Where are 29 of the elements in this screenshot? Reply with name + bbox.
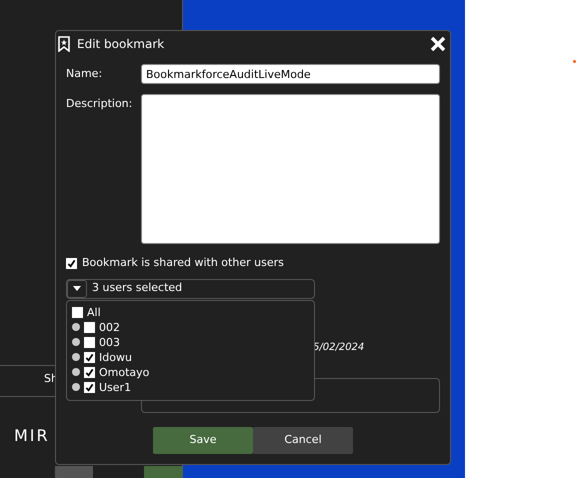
checkbox-label: Bookmark is shared with other users xyxy=(82,255,284,271)
save-button[interactable]: Save xyxy=(153,426,253,454)
users-dropdown[interactable]: 3 users selected xyxy=(66,278,315,298)
checkbox[interactable] xyxy=(84,382,95,392)
checkbox[interactable] xyxy=(84,336,95,348)
checkbox[interactable] xyxy=(72,306,83,318)
list-item-label: All xyxy=(87,306,101,318)
checkbox[interactable] xyxy=(84,322,95,332)
logo: MIR xyxy=(14,425,50,447)
date-text: 5/02/2024 xyxy=(313,342,364,352)
dropdown-value: 3 users selected xyxy=(92,280,182,296)
checkbox[interactable] xyxy=(84,352,95,362)
checkbox[interactable] xyxy=(84,366,95,378)
checkbox[interactable] xyxy=(66,258,77,269)
close-button[interactable] xyxy=(429,34,447,52)
list-item-label: Omotayo xyxy=(99,366,150,378)
bookmark-icon xyxy=(58,36,70,52)
field-label: Description: xyxy=(66,96,134,112)
list-item-label: 002 xyxy=(99,322,120,332)
list-item-label: User1 xyxy=(99,382,132,392)
caret-icon xyxy=(73,286,81,291)
cancel-button[interactable]: Cancel xyxy=(253,426,353,454)
field-label: Name: xyxy=(66,66,104,82)
dropdown-toggle[interactable] xyxy=(67,280,87,298)
name-field[interactable]: BookmarkforceAuditLiveMode xyxy=(141,64,440,84)
description-field[interactable] xyxy=(141,94,440,244)
list-item-label: 003 xyxy=(99,336,120,348)
window-title: Edit bookmark xyxy=(77,36,164,52)
list-item-label: Idowu xyxy=(99,352,132,362)
